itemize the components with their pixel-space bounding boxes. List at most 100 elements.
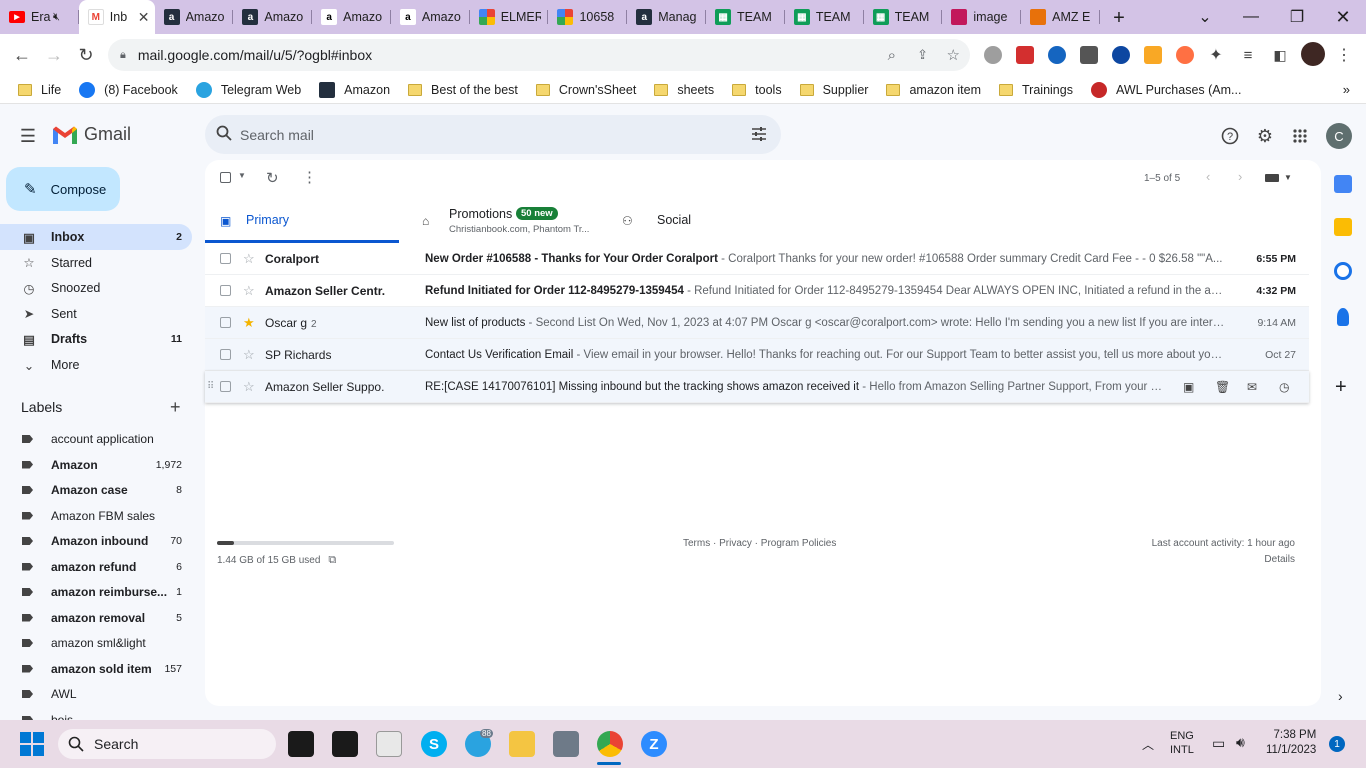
minimize-icon[interactable]: —: [1228, 0, 1274, 34]
tab-search-icon[interactable]: ⌄: [1182, 0, 1228, 34]
snooze-icon[interactable]: ◷: [1279, 380, 1289, 394]
extension-icon[interactable]: [1176, 46, 1194, 64]
star-icon[interactable]: ☆: [243, 251, 255, 267]
show-hidden-icons[interactable]: ︿: [1142, 736, 1154, 753]
bookmark-star-icon[interactable]: ☆: [947, 46, 960, 64]
hide-side-panel-icon[interactable]: ›: [1338, 688, 1343, 704]
browser-tab[interactable]: ▦ TEAM: [785, 0, 864, 34]
more-options-icon[interactable]: ⋮: [302, 168, 317, 186]
extension-icon[interactable]: [1016, 46, 1034, 64]
tab-social[interactable]: ⚇ Social: [615, 202, 815, 243]
label-item[interactable]: amazon sold item 157: [22, 657, 192, 681]
browser-tab[interactable]: a Amazo: [312, 0, 391, 34]
bookmark-item[interactable]: tools: [732, 83, 782, 97]
compose-button[interactable]: ✎ Compose: [6, 167, 120, 211]
mark-unread-icon[interactable]: ✉: [1247, 380, 1257, 394]
taskbar-app-icon[interactable]: [376, 731, 402, 757]
email-checkbox[interactable]: [220, 317, 231, 328]
search-filters-icon[interactable]: [751, 126, 767, 142]
account-avatar[interactable]: C: [1326, 123, 1352, 149]
bookmark-item[interactable]: Amazon: [319, 81, 390, 98]
help-icon[interactable]: ?: [1218, 124, 1242, 148]
footer-links[interactable]: Terms · Privacy · Program Policies: [683, 538, 836, 549]
email-row[interactable]: ★ Oscar g 2 New list of products - Second L…: [205, 307, 1309, 339]
browser-tab[interactable]: ▶ Era 🔇︎: [0, 0, 79, 34]
tasks-icon[interactable]: [1334, 262, 1352, 280]
older-page-icon[interactable]: ›: [1238, 169, 1242, 184]
email-row[interactable]: ☆ Amazon Seller Centr. Refund Initiated fo…: [205, 275, 1309, 307]
nav-item-inbox[interactable]: ▣ Inbox 2: [0, 224, 192, 250]
input-tools-dropdown-icon[interactable]: ▼: [1284, 173, 1292, 182]
label-item[interactable]: AWL: [22, 682, 192, 706]
label-item[interactable]: Amazon inbound 70: [22, 529, 192, 553]
extension-icon[interactable]: [1048, 46, 1066, 64]
tab-promotions[interactable]: ⌂ Promotions 50 new Christianbook.com, Phan…: [415, 202, 615, 243]
label-item[interactable]: Amazon 1,972: [22, 453, 192, 477]
share-icon[interactable]: ⇪: [917, 47, 928, 63]
drag-handle-icon[interactable]: ⠿: [207, 381, 214, 392]
bookmark-item[interactable]: Telegram Web: [195, 81, 301, 98]
profile-avatar[interactable]: [1301, 42, 1325, 66]
newer-page-icon[interactable]: ‹: [1206, 169, 1210, 184]
archive-icon[interactable]: ▣: [1183, 380, 1194, 394]
bookmark-item[interactable]: Best of the best: [408, 83, 518, 97]
restore-icon[interactable]: ❐: [1274, 0, 1320, 34]
bookmarks-overflow-icon[interactable]: »: [1343, 82, 1350, 97]
media-list-icon[interactable]: ≡: [1236, 43, 1260, 67]
star-icon[interactable]: ☆: [243, 347, 255, 363]
nav-item-more[interactable]: ⌄ More: [0, 352, 192, 378]
bookmark-item[interactable]: (8) Facebook: [79, 81, 178, 98]
calendar-icon[interactable]: [1334, 175, 1352, 193]
bookmark-item[interactable]: sheets: [654, 83, 714, 97]
browser-tab[interactable]: a Amazo: [391, 0, 470, 34]
search-icon[interactable]: [216, 125, 232, 141]
notification-badge[interactable]: 1: [1329, 736, 1345, 752]
back-arrow-icon[interactable]: ←: [10, 43, 34, 67]
email-checkbox[interactable]: [220, 381, 231, 392]
chrome-icon[interactable]: [597, 731, 623, 757]
nav-item-starred[interactable]: ☆ Starred: [0, 250, 192, 276]
browser-tab[interactable]: a Amazo: [155, 0, 234, 34]
email-checkbox[interactable]: [220, 349, 231, 360]
extension-icon[interactable]: [1144, 46, 1162, 64]
email-row[interactable]: ⠿ ☆ Amazon Seller Suppo. RE:[CASE 141700761…: [205, 371, 1309, 403]
volume-icon[interactable]: 🔊︎: [1236, 734, 1245, 751]
bookmark-item[interactable]: Supplier: [799, 83, 868, 97]
forward-arrow-icon[interactable]: →: [42, 43, 66, 67]
extension-icon[interactable]: [984, 46, 1002, 64]
settings-gear-icon[interactable]: ⚙: [1253, 124, 1277, 148]
clock[interactable]: 7:38 PM 11/1/2023: [1266, 728, 1316, 758]
search-bar[interactable]: Search mail: [205, 115, 781, 154]
email-row[interactable]: ☆ SP Richards Contact Us Verification Emai…: [205, 339, 1309, 371]
taskbar-search[interactable]: Search: [58, 729, 276, 759]
puzzle-icon[interactable]: ✦: [1204, 43, 1228, 67]
new-tab-button[interactable]: +: [1108, 7, 1130, 29]
label-item[interactable]: amazon refund 6: [22, 555, 192, 579]
label-item[interactable]: amazon removal 5: [22, 606, 192, 630]
open-external-icon[interactable]: ⧉: [328, 554, 336, 567]
browser-tab[interactable]: image: [942, 0, 1021, 34]
bookmark-item[interactable]: amazon item: [886, 83, 981, 97]
tab-primary[interactable]: ▣ Primary: [205, 202, 399, 243]
muted-audio-icon[interactable]: 🔇︎: [53, 11, 60, 24]
bookmark-item[interactable]: Trainings: [999, 83, 1073, 97]
bookmark-item[interactable]: AWL Purchases (Am...: [1090, 81, 1241, 98]
skype-icon[interactable]: S: [421, 731, 447, 757]
browser-tab[interactable]: ▦ TEAM: [706, 0, 785, 34]
delete-icon[interactable]: 🗑︎: [1215, 380, 1230, 394]
label-item[interactable]: amazon sml&light: [22, 631, 192, 655]
extension-icon[interactable]: [1080, 46, 1098, 64]
select-all-checkbox[interactable]: [220, 172, 231, 183]
email-checkbox[interactable]: [220, 285, 231, 296]
network-icon[interactable]: ▭: [1212, 735, 1225, 752]
keyboard-icon[interactable]: [1265, 174, 1279, 182]
star-filled-icon[interactable]: ★: [243, 315, 255, 331]
label-item[interactable]: Amazon FBM sales: [22, 504, 192, 528]
select-dropdown-icon[interactable]: ▼: [238, 171, 246, 180]
zoom-app-icon[interactable]: Z: [641, 731, 667, 757]
zoom-icon[interactable]: ⌕: [888, 47, 896, 64]
taskbar-app-icon[interactable]: [332, 731, 358, 757]
nav-item-drafts[interactable]: ▤ Drafts 11: [0, 326, 192, 352]
contacts-icon[interactable]: [1337, 308, 1349, 326]
calculator-icon[interactable]: [553, 731, 579, 757]
